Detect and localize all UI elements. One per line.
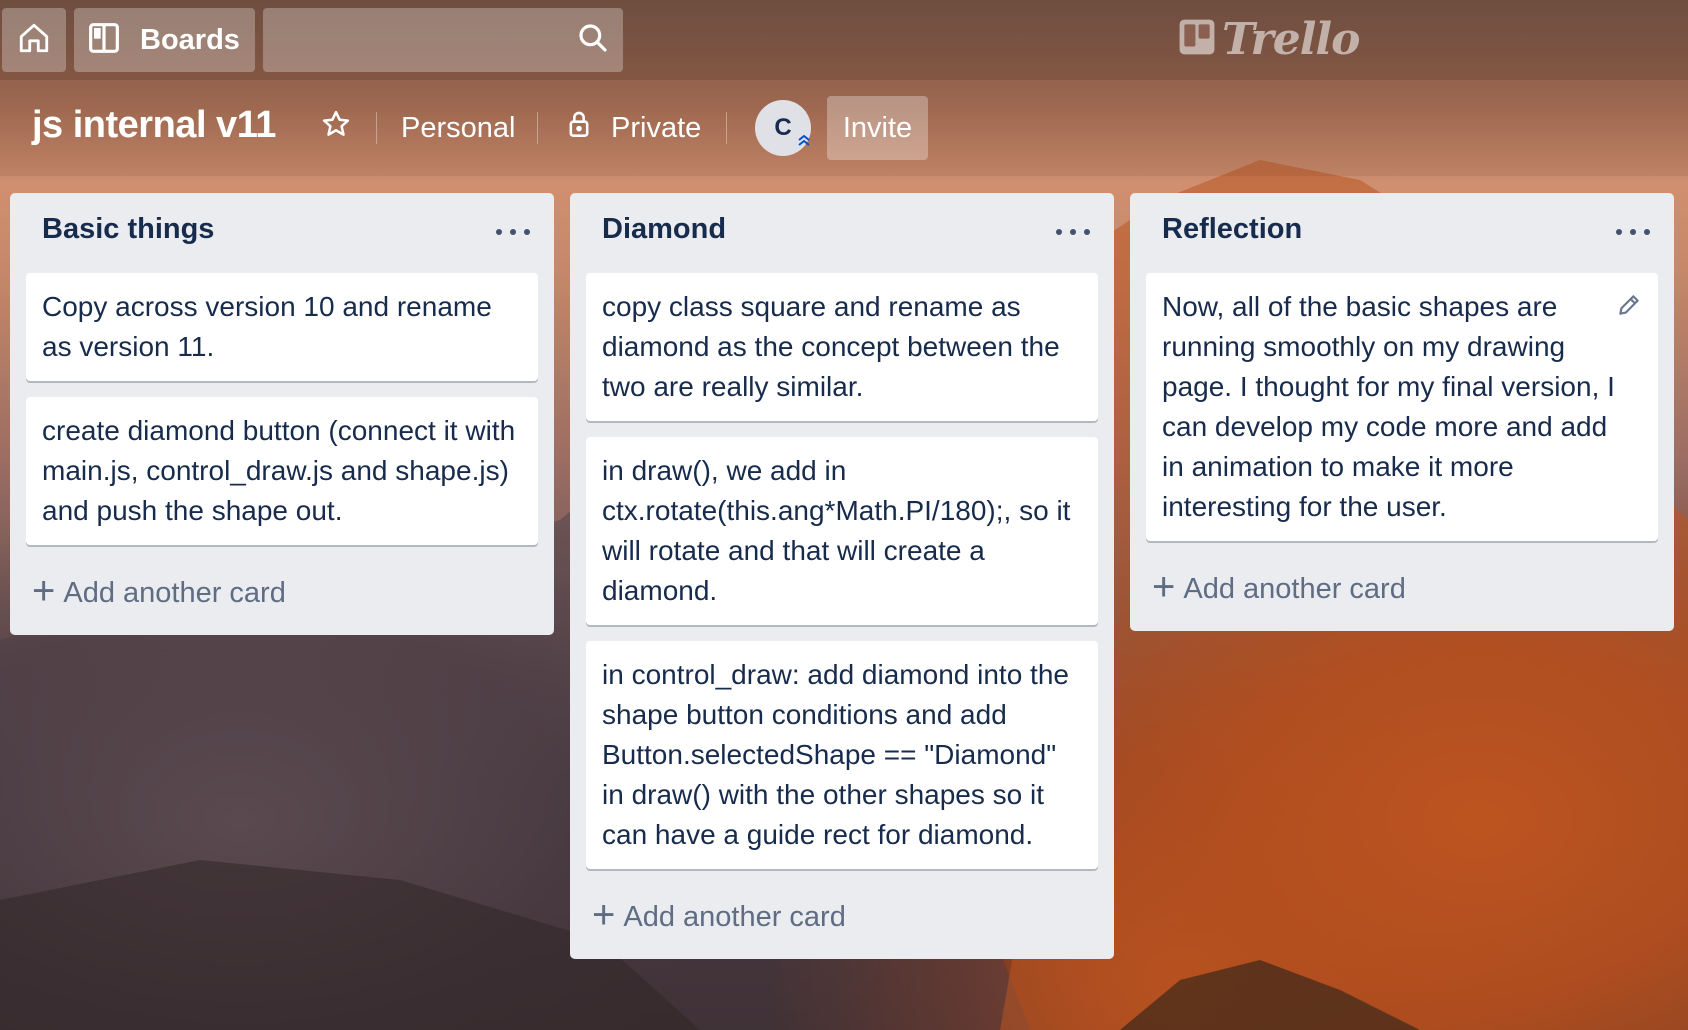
search-input[interactable] bbox=[263, 8, 623, 72]
list-basic-things: Basic things Copy across version 10 and … bbox=[10, 193, 554, 635]
list-title[interactable]: Basic things bbox=[42, 213, 214, 246]
card[interactable]: Copy across version 10 and rename as ver… bbox=[26, 273, 538, 381]
add-card-button[interactable]: + Add another card bbox=[1138, 557, 1666, 621]
card-text: Now, all of the basic shapes are running… bbox=[1162, 291, 1615, 522]
plus-icon: + bbox=[592, 893, 616, 937]
list-diamond: Diamond copy class square and rename as … bbox=[570, 193, 1114, 959]
card[interactable]: Now, all of the basic shapes are running… bbox=[1146, 273, 1658, 541]
add-card-label: Add another card bbox=[1183, 572, 1406, 605]
card[interactable]: create diamond button (connect it with m… bbox=[26, 397, 538, 545]
plus-icon: + bbox=[1152, 565, 1176, 609]
list-menu-icon[interactable] bbox=[1616, 219, 1650, 245]
add-card-button[interactable]: + Add another card bbox=[18, 561, 546, 625]
add-card-label: Add another card bbox=[623, 900, 846, 933]
list-reflection: Reflection Now, all of the basic shapes … bbox=[1130, 193, 1674, 631]
header-divider bbox=[376, 112, 377, 144]
list-title[interactable]: Reflection bbox=[1162, 213, 1302, 246]
add-card-button[interactable]: + Add another card bbox=[578, 885, 1106, 949]
home-icon bbox=[17, 21, 51, 60]
top-nav-bar: Boards Trello bbox=[0, 0, 1688, 80]
pencil-icon[interactable] bbox=[1616, 289, 1642, 329]
card[interactable]: copy class square and rename as diamond … bbox=[586, 273, 1098, 421]
plus-icon: + bbox=[32, 569, 56, 613]
board-title[interactable]: js internal v11 bbox=[32, 104, 276, 147]
avatar-initial: C bbox=[774, 114, 792, 141]
board-icon bbox=[88, 22, 120, 59]
list-title[interactable]: Diamond bbox=[602, 213, 726, 246]
add-card-label: Add another card bbox=[63, 576, 286, 609]
list-menu-icon[interactable] bbox=[496, 219, 530, 245]
team-button[interactable]: Personal bbox=[401, 104, 515, 152]
admin-chevron-icon bbox=[795, 128, 813, 156]
list-header: Basic things bbox=[10, 193, 554, 273]
member-avatar[interactable]: C bbox=[755, 100, 811, 156]
header-divider bbox=[537, 112, 538, 144]
trello-logo[interactable]: Trello bbox=[1178, 13, 1360, 65]
trello-logo-icon bbox=[1178, 18, 1216, 61]
star-board-button[interactable] bbox=[318, 104, 354, 152]
search-icon bbox=[577, 22, 609, 59]
card[interactable]: in control_draw: add diamond into the sh… bbox=[586, 641, 1098, 869]
trello-wordmark: Trello bbox=[1222, 13, 1360, 65]
invite-button[interactable]: Invite bbox=[827, 96, 928, 160]
list-header: Reflection bbox=[1130, 193, 1674, 273]
list-menu-icon[interactable] bbox=[1056, 219, 1090, 245]
star-icon bbox=[321, 109, 351, 147]
visibility-label: Private bbox=[611, 111, 702, 144]
boards-label: Boards bbox=[140, 23, 240, 56]
list-header: Diamond bbox=[570, 193, 1114, 273]
home-button[interactable] bbox=[2, 8, 66, 72]
card[interactable]: in draw(), we add in ctx.rotate(this.ang… bbox=[586, 437, 1098, 625]
board-header: js internal v11 Personal Private C Invit… bbox=[0, 80, 1688, 176]
boards-button[interactable]: Boards bbox=[74, 8, 255, 72]
header-divider bbox=[726, 112, 727, 144]
visibility-button[interactable]: Private bbox=[567, 104, 701, 152]
lock-icon bbox=[567, 110, 591, 146]
